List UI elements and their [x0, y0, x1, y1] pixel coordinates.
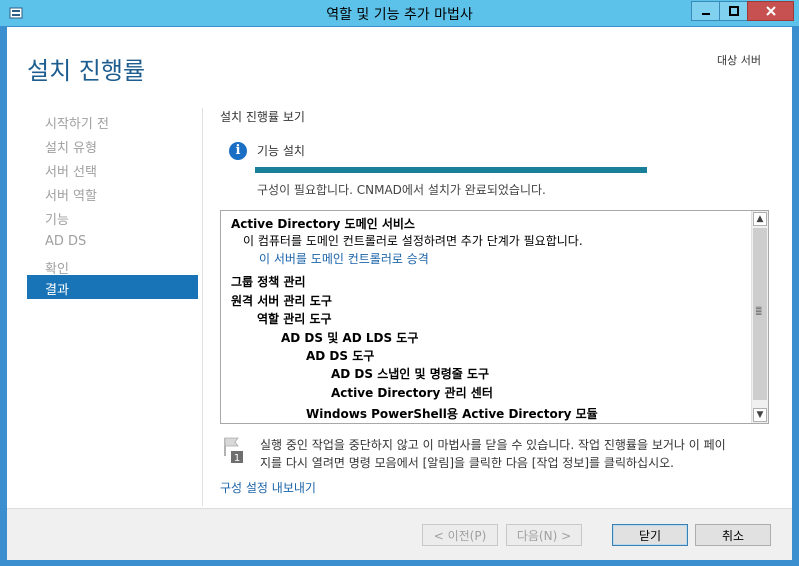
nav-item-installation-type: 설치 유형 [45, 141, 97, 156]
chevron-up-icon: ▲ [756, 214, 764, 224]
section-title: 설치 진행률 보기 [220, 110, 305, 124]
button-bar: < 이전(P) 다음(N) > 닫기 취소 [7, 508, 792, 560]
result-ad-ds-tools: AD DS 도구 [306, 349, 375, 363]
notification-badge: 1 [234, 453, 240, 464]
chevron-down-icon: ▼ [756, 410, 764, 420]
result-role-admin-tools: 역할 관리 도구 [257, 312, 332, 326]
maximize-icon [728, 6, 739, 16]
minimize-button[interactable] [691, 1, 720, 21]
nav-item-results-label: 결과 [45, 283, 69, 298]
feature-install-label: 기능 설치 [257, 144, 305, 158]
page-title: 설치 진행률 [27, 57, 146, 85]
cancel-button[interactable]: 취소 [695, 524, 771, 546]
nav-item-before-you-begin: 시작하기 전 [45, 117, 109, 132]
wizard-window: 역할 및 기능 추가 마법사 설치 진행률 대상 서버 시작하기 전 설치 유형… [0, 0, 799, 566]
scroll-down-button[interactable]: ▼ [753, 408, 767, 422]
progress-bar-fill [255, 167, 647, 173]
minimize-icon [701, 13, 710, 15]
notification-flag-icon: 1 [224, 437, 243, 464]
result-ad-ds-detail: 이 컴퓨터를 도메인 컨트롤러로 설정하려면 추가 단계가 필요합니다. [243, 234, 583, 248]
export-settings-link[interactable]: 구성 설정 내보내기 [220, 479, 316, 496]
previous-button[interactable]: < 이전(P) [422, 524, 498, 546]
notification-note-line-1: 실행 중인 작업을 중단하지 않고 이 마법사를 닫을 수 있습니다. 작업 진… [260, 438, 726, 452]
result-admin-center: Active Directory 관리 센터 [331, 386, 493, 400]
scroll-thumb[interactable]: ═ ═ ═ [753, 228, 767, 400]
close-button[interactable]: 닫기 [612, 524, 688, 546]
progress-bar [255, 167, 647, 173]
results-scrollbar[interactable]: ▲ ═ ═ ═ ▼ [751, 211, 768, 423]
notification-note-line-2: 지를 다시 열려면 명령 모음에서 [알림]을 클릭한 다음 [작업 정보]를 … [260, 456, 674, 470]
result-ps-module: Windows PowerShell용 Active Directory 모듈 [306, 407, 598, 421]
result-rsat: 원격 서버 관리 도구 [231, 294, 332, 308]
nav-item-server-roles: 서버 역할 [45, 189, 97, 204]
nav-item-results[interactable]: 결과 [27, 275, 198, 299]
progress-status-text: 구성이 필요합니다. CNMAD에서 설치가 완료되었습니다. [257, 183, 546, 197]
result-ad-ds-lds-tools: AD DS 및 AD LDS 도구 [281, 331, 419, 345]
next-button[interactable]: 다음(N) > [506, 524, 582, 546]
wizard-content: 설치 진행률 대상 서버 시작하기 전 설치 유형 서버 선택 서버 역할 기능… [7, 27, 792, 560]
notification-note: 실행 중인 작업을 중단하지 않고 이 마법사를 닫을 수 있습니다. 작업 진… [260, 436, 770, 472]
destination-server-label: 대상 서버 [717, 54, 761, 67]
result-snapins: AD DS 스냅인 및 명령줄 도구 [331, 367, 490, 381]
nav-divider [202, 108, 203, 506]
grip-icon: ═ ═ ═ [756, 304, 762, 320]
info-icon: i [229, 142, 247, 160]
title-bar[interactable]: 역할 및 기능 추가 마법사 [0, 0, 799, 26]
window-title: 역할 및 기능 추가 마법사 [326, 7, 473, 23]
results-list[interactable]: Active Directory 도메인 서비스 이 컴퓨터를 도메인 컨트롤러… [220, 210, 769, 424]
nav-item-ad-ds: AD DS [45, 234, 87, 249]
nav-item-features: 기능 [45, 213, 69, 228]
nav-item-server-selection: 서버 선택 [45, 165, 97, 180]
scroll-up-button[interactable]: ▲ [753, 212, 767, 226]
result-group-policy: 그룹 정책 관리 [231, 275, 306, 289]
close-window-button[interactable] [747, 1, 794, 21]
promote-dc-link[interactable]: 이 서버를 도메인 컨트롤러로 승격 [259, 250, 429, 267]
close-icon [765, 6, 776, 16]
result-ad-ds: Active Directory 도메인 서비스 [231, 217, 415, 231]
maximize-button[interactable] [719, 1, 748, 21]
